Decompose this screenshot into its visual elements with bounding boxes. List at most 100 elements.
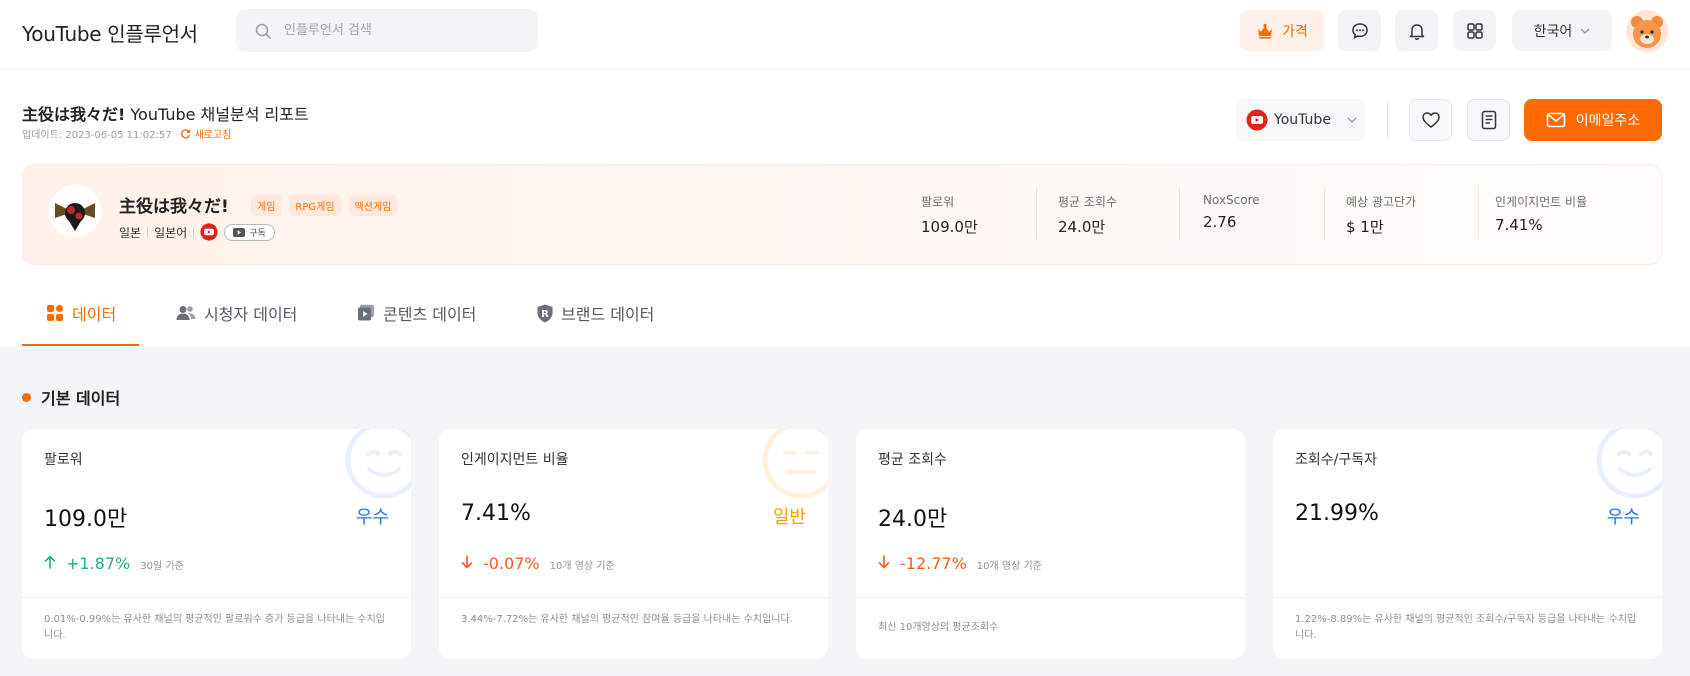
metric-change-value: +1.87%	[66, 554, 131, 573]
stat-followers: 팔로워 109.0만	[921, 193, 978, 237]
email-button[interactable]: 이메일주소	[1524, 99, 1662, 141]
section-title: 기본 데이터	[22, 385, 120, 409]
language-select[interactable]: 한국어	[1512, 10, 1612, 51]
category-tag[interactable]: RPG게임	[289, 195, 341, 216]
pricing-button[interactable]: 가격	[1240, 10, 1324, 51]
stat-divider	[1036, 187, 1037, 239]
metric-card-views-per-subscriber: 조회수/구독자 21.99% 우수 1.22%-8.89%는 유사한 채널의 평…	[1273, 429, 1662, 659]
refresh-icon	[180, 129, 190, 139]
metric-note: 최신 10개영상의 평균조회수	[878, 622, 999, 633]
favorite-button[interactable]	[1409, 99, 1452, 141]
channel-logo-icon	[49, 185, 101, 237]
metric-basis: 10개 영상 기준	[549, 561, 615, 572]
stat-value: 109.0만	[921, 218, 978, 236]
channel-country: 일본	[119, 225, 142, 240]
section-title-label: 기본 데이터	[41, 389, 121, 408]
tab-brand-data[interactable]: R 브랜드 데이터	[537, 279, 654, 347]
active-tab-indicator	[22, 344, 139, 346]
metric-grade: 우수	[355, 507, 389, 528]
metric-change: -0.07% 10개 영상 기준	[461, 554, 615, 573]
youtube-logo-icon[interactable]	[200, 223, 218, 241]
tab-data[interactable]: 데이터	[46, 279, 116, 347]
metric-grade: 일반	[772, 507, 806, 528]
site-logo[interactable]: YouTube 인플루언서	[22, 18, 198, 47]
language-label: 한국어	[1533, 23, 1573, 40]
bell-icon	[1409, 23, 1424, 40]
metric-value: 24.0만	[878, 507, 948, 532]
metric-grade: 우수	[1606, 507, 1640, 528]
pricing-label: 가격	[1282, 23, 1308, 40]
metric-change-value: -0.07%	[483, 554, 540, 573]
search-box[interactable]	[236, 9, 538, 52]
card-divider	[856, 597, 1245, 598]
tab-label: 데이터	[72, 305, 117, 324]
metric-change: +1.87% 30일 기준	[44, 554, 184, 573]
arrow-down-icon	[878, 555, 890, 569]
messages-button[interactable]	[1338, 10, 1381, 51]
channel-summary-card: 主役は我々だ! 게임 RPG게임 액션게임 일본 일본어 구독 팔로워 109.…	[22, 164, 1662, 265]
platform-label: YouTube	[1274, 112, 1331, 128]
category-tag[interactable]: 게임	[251, 195, 282, 216]
metric-note: 3.44%-7.72%는 유사한 채널의 평균적인 참여율 등급을 나타내는 수…	[461, 614, 793, 625]
stat-label: 팔로워	[921, 195, 955, 209]
refresh-button[interactable]: 새로고침	[180, 126, 231, 141]
subscribe-button[interactable]: 구독	[224, 223, 275, 241]
metric-value: 21.99%	[1295, 501, 1379, 526]
youtube-logo-icon	[1246, 109, 1268, 131]
stat-label: 평균 조회수	[1058, 195, 1118, 209]
arrow-down-icon	[461, 555, 473, 569]
metric-card-followers: 팔로워 109.0만 우수 +1.87% 30일 기준 0.01%-0.99%는…	[22, 429, 411, 659]
svg-text:R: R	[541, 309, 549, 320]
stat-divider	[1478, 187, 1479, 239]
stat-value: $ 1만	[1346, 218, 1384, 236]
stat-value: 7.41%	[1495, 216, 1543, 234]
update-info: 업데이트: 2023-06-05 11:02:57 새로고침	[22, 126, 231, 141]
section-dot	[22, 392, 31, 402]
category-tag[interactable]: 액션게임	[348, 195, 398, 216]
email-label: 이메일주소	[1575, 113, 1641, 129]
heart-icon	[1421, 112, 1440, 128]
channel-meta: 일본 일본어 구독	[119, 223, 275, 241]
channel-tags: 게임 RPG게임 액션게임	[251, 195, 398, 216]
report-tabs: 데이터 시청자 데이터 콘텐츠 데이터 R 브랜드 데이터	[0, 279, 1690, 347]
subscribe-label: 구독	[249, 228, 266, 239]
stat-value: 2.76	[1203, 213, 1237, 231]
notifications-button[interactable]	[1395, 10, 1438, 51]
metric-note: 1.22%-8.89%는 유사한 채널의 평균적인 조회수/구독자 등급을 나타…	[1295, 614, 1637, 641]
stat-value: 24.0만	[1058, 218, 1106, 236]
mail-icon	[1546, 112, 1566, 128]
header-divider	[1387, 101, 1388, 139]
tab-content-data[interactable]: 콘텐츠 데이터	[357, 279, 476, 347]
user-avatar[interactable]	[1626, 10, 1668, 52]
report-title-suffix: YouTube 채널분석 리포트	[130, 105, 309, 124]
platform-select[interactable]: YouTube	[1236, 99, 1365, 141]
report-title: 主役は我々だ! YouTube 채널분석 리포트	[22, 101, 309, 125]
metric-change: -12.77% 10개 영상 기준	[878, 554, 1042, 573]
smile-face-icon	[345, 429, 411, 499]
stat-divider	[1324, 187, 1325, 239]
grid-icon	[47, 305, 63, 321]
stat-label: NoxScore	[1203, 193, 1260, 207]
card-divider	[22, 597, 411, 598]
chevron-down-icon	[1580, 28, 1590, 34]
report-document-button[interactable]	[1467, 99, 1510, 141]
metric-label: 평균 조회수	[878, 452, 947, 468]
arrow-up-icon	[44, 555, 56, 569]
metric-note: 0.01%-0.99%는 유사한 채널의 평균적인 팔로워수 증가 등급을 나타…	[44, 614, 385, 641]
card-divider	[439, 597, 828, 598]
brand-shield-icon: R	[537, 304, 553, 322]
update-timestamp: 업데이트: 2023-06-05 11:02:57	[22, 130, 172, 141]
channel-avatar	[49, 185, 101, 237]
apps-button[interactable]	[1453, 10, 1496, 51]
apps-grid-icon	[1466, 22, 1483, 39]
stat-avg-views: 평균 조회수 24.0만	[1058, 193, 1117, 237]
meta-separator	[147, 226, 149, 238]
card-divider	[1273, 597, 1662, 598]
main-content: 기본 데이터 팔로워 109.0만 우수 +1.87% 30일 기준 0.01%…	[0, 347, 1690, 676]
stat-label: 인게이지먼트 비율	[1495, 195, 1588, 209]
metric-value: 109.0만	[44, 507, 128, 532]
search-input[interactable]	[284, 9, 524, 52]
stat-ad-price: 예상 광고단가 $ 1만	[1346, 193, 1416, 237]
metric-card-avg-views: 평균 조회수 24.0만 -12.77% 10개 영상 기준 최신 10개영상의…	[856, 429, 1245, 659]
tab-audience-data[interactable]: 시청자 데이터	[176, 279, 297, 347]
